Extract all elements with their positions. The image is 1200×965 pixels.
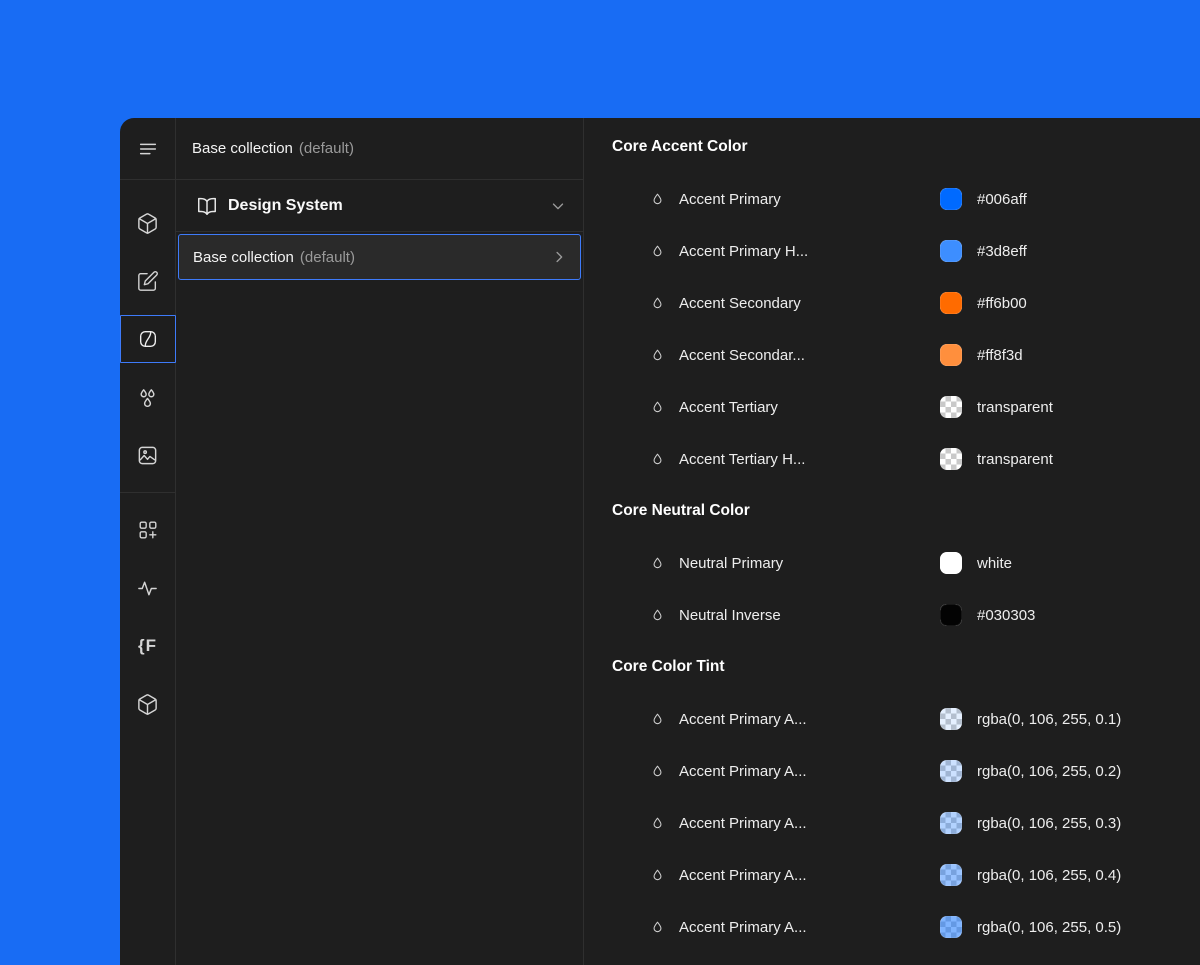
variable-name: Accent Tertiary H... [679,451,805,468]
variable-value: white [977,537,1012,589]
variable-name: Accent Primary A... [679,763,807,780]
font-variables-glyph: {F [138,636,157,656]
color-swatch[interactable] [940,760,962,782]
variable-value: #ff8f3d [977,329,1023,381]
variable-value: #006aff [977,173,1027,225]
box-icon[interactable] [120,194,175,252]
library-name: Design System [228,197,343,215]
variable-row[interactable]: Accent Primary #006aff [584,173,1200,225]
variable-value: #ff6b00 [977,277,1027,329]
color-swatch[interactable] [940,188,962,210]
variable-name: Accent Primary A... [679,815,807,832]
droplet-icon [648,764,666,779]
variable-row[interactable]: Accent Primary A... rgba(0, 106, 255, 0.3… [584,797,1200,849]
color-swatch[interactable] [940,604,962,626]
collection-item-title: Base collection [193,249,294,266]
variable-value: rgba(0, 106, 255, 0.1) [977,693,1121,745]
design-system-panel: {F Base collection (default) Design Syst… [120,118,1200,965]
collection-header: Base collection (default) [176,118,583,180]
variable-name: Neutral Primary [679,555,783,572]
droplet-icon [648,244,666,259]
variable-row[interactable]: Accent Primary A... rgba(0, 106, 255, 0.5… [584,901,1200,953]
variable-row[interactable]: Neutral Inverse #030303 [584,589,1200,641]
collection-item-default-badge: (default) [300,249,355,266]
variable-name: Accent Tertiary [679,399,778,416]
variable-value: rgba(0, 106, 255, 0.5) [977,901,1121,953]
toolbar-rail: {F [120,118,176,965]
variable-value: rgba(0, 106, 255, 0.3) [977,797,1121,849]
section-heading: Core Color Tint [584,641,1200,693]
variable-row[interactable]: Accent Tertiary transparent [584,381,1200,433]
droplet-icon [648,296,666,311]
variable-name: Accent Primary A... [679,867,807,884]
chevron-down-icon [549,197,567,215]
section-heading: Core Accent Color [584,121,1200,173]
variable-name: Accent Secondary [679,295,801,312]
activity-icon[interactable] [120,559,175,617]
color-swatch[interactable] [940,344,962,366]
variable-row[interactable]: Accent Secondar... #ff8f3d [584,329,1200,381]
variable-row[interactable]: Accent Primary A... rgba(0, 106, 255, 0.1… [584,693,1200,745]
variable-row[interactable]: Accent Primary H... #3d8eff [584,225,1200,277]
variable-name: Accent Primary A... [679,919,807,936]
book-icon [196,195,218,217]
variable-name: Accent Primary A... [679,711,807,728]
variable-value: rgba(0, 106, 255, 0.2) [977,745,1121,797]
collection-item-selected[interactable]: Base collection (default) [178,234,581,280]
color-swatch[interactable] [940,708,962,730]
color-swatch[interactable] [940,240,962,262]
variable-row[interactable]: Neutral Primary white [584,537,1200,589]
droplet-icon [648,348,666,363]
color-swatch[interactable] [940,448,962,470]
variable-name: Accent Primary H... [679,243,808,260]
collection-default-badge: (default) [299,140,354,157]
color-swatch[interactable] [940,396,962,418]
color-swatch[interactable] [940,552,962,574]
collection-title: Base collection [192,140,293,157]
droplet-icon [648,452,666,467]
font-variables-icon[interactable]: {F [120,617,175,675]
variable-value: rgba(0, 106, 255, 0.4) [977,849,1121,901]
droplet-icon [648,712,666,727]
chevron-right-icon [550,248,568,266]
variable-value: transparent [977,381,1053,433]
droplet-icon [648,816,666,831]
collections-sidebar: Base collection (default) Design System … [176,118,584,965]
section-heading: Core Neutral Color [584,485,1200,537]
variable-row[interactable]: Accent Secondary #ff6b00 [584,277,1200,329]
droplet-icon [648,400,666,415]
variable-name: Accent Secondar... [679,347,805,364]
color-swatch[interactable] [940,916,962,938]
droplet-icon [648,868,666,883]
image-icon[interactable] [120,426,175,484]
droplet-icon [648,920,666,935]
variables-panel: Core Accent ColorAccent Primary#006affAc… [584,118,1200,965]
variable-value: transparent [977,433,1053,485]
droplets-icon[interactable] [120,368,175,426]
cube-icon[interactable] [120,675,175,733]
variable-value: #030303 [977,589,1035,641]
variable-row[interactable]: Accent Primary A... rgba(0, 106, 255, 0.4… [584,849,1200,901]
edit-icon[interactable] [120,252,175,310]
droplet-icon [648,192,666,207]
rail-divider [120,492,175,493]
library-selector[interactable]: Design System [176,180,583,232]
insert-grid-icon[interactable] [120,501,175,559]
color-swatch[interactable] [940,864,962,886]
menu-icon[interactable] [120,120,175,178]
variable-name: Neutral Inverse [679,607,781,624]
variable-row[interactable]: Accent Primary A... rgba(0, 106, 255, 0.2… [584,745,1200,797]
color-collection-icon[interactable] [120,310,175,368]
color-swatch[interactable] [940,292,962,314]
droplet-icon [648,556,666,571]
color-swatch[interactable] [940,812,962,834]
variable-value: #3d8eff [977,225,1027,277]
droplet-icon [648,608,666,623]
variable-name: Accent Primary [679,191,781,208]
variable-row[interactable]: Accent Tertiary H... transparent [584,433,1200,485]
